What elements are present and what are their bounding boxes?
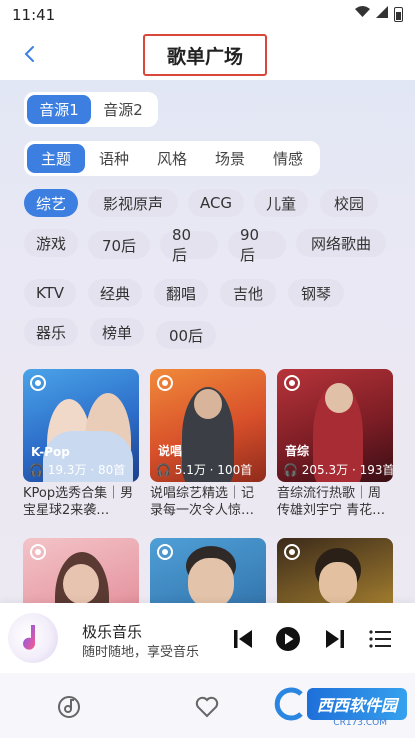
source-selector: 音源1 音源2 [24,92,158,127]
tag-chip[interactable]: 网络歌曲 [296,229,386,257]
status-time: 11:41 [12,6,56,24]
tag-chip[interactable]: 钢琴 [288,279,344,307]
watermark-logo: 西西软件园 [271,686,407,722]
tag-chip[interactable]: 00后 [156,321,216,349]
category-selector: 主题 语种 风格 场景 情感 [24,141,320,176]
player-subtitle: 随时随地，享受音乐 [82,645,200,660]
battery-icon [394,6,403,22]
playlist-tag: K-Pop [31,445,70,459]
watermark-text: 西西软件园 [306,688,407,720]
previous-icon[interactable] [229,625,257,653]
play-icon[interactable] [274,625,302,653]
mini-player[interactable]: 极乐音乐 随时随地，享受音乐 [0,603,415,673]
playlist-card[interactable]: K-Pop 🎧 19.3万 · 80首 KPop选秀合集｜男宝星球2来袭… [23,369,139,519]
tag-chip[interactable]: 器乐 [24,318,78,346]
nav-favorites-icon[interactable] [193,693,221,721]
wifi-icon [355,6,370,22]
category-tab-theme[interactable]: 主题 [27,144,85,173]
tag-chip[interactable]: 影视原声 [88,189,178,217]
page-title: 歌单广场 [143,34,267,76]
music-badge-icon [30,375,46,391]
playlist-card[interactable]: 说唱 🎧 5.1万 · 100首 说唱综艺精选｜记录每一次令人惊… [150,369,266,519]
tag-chip[interactable]: 综艺 [24,189,78,217]
tag-chip[interactable]: 70后 [88,231,150,259]
category-tab-emotion[interactable]: 情感 [259,144,317,173]
headphone-icon: 🎧 [29,463,44,477]
music-badge-icon [284,544,300,560]
tag-chip[interactable]: 翻唱 [154,279,208,307]
playlist-cover: 说唱 🎧 5.1万 · 100首 [150,369,266,482]
category-tab-style[interactable]: 风格 [143,144,201,173]
music-note-icon [23,625,36,650]
watermark-swirl-icon [274,687,303,721]
playlist-tag: 音综 [285,444,310,458]
source-tab-2[interactable]: 音源2 [91,95,155,124]
music-badge-icon [30,544,46,560]
back-arrow-icon[interactable] [18,40,40,68]
tag-chip[interactable]: ACG [188,189,244,217]
playlist-stats: 🎧 19.3万 · 80首 [29,461,125,478]
tag-chip[interactable]: 榜单 [90,318,144,346]
playlist-stats-text: 19.3万 · 80首 [47,463,126,477]
playlist-cover: K-Pop 🎧 19.3万 · 80首 [23,369,139,482]
nav-discover-icon[interactable] [55,693,83,721]
playlist-stats-text: 205.3万 · 193首 [301,463,393,477]
status-bar: 11:41 [0,0,415,30]
signal-icon [376,6,388,22]
watermark-url: CR173.COM [333,718,387,728]
category-tab-language[interactable]: 语种 [85,144,143,173]
playlist-card[interactable]: 音综 🎧 205.3万 · 193首 音综流行热歌｜周传雄刘宇宁 青花… [277,369,393,519]
playlist-title: 音综流行热歌｜周传雄刘宇宁 青花… [277,486,386,518]
player-album-art[interactable] [8,613,58,663]
music-badge-icon [157,544,173,560]
tag-chip[interactable]: 90后 [228,226,286,264]
tag-chip[interactable]: 校园 [320,189,378,217]
category-tab-scene[interactable]: 场景 [201,144,259,173]
playlist-cover: 音综 🎧 205.3万 · 193首 [277,369,393,482]
playlist-stats: 🎧 5.1万 · 100首 [156,461,252,478]
next-icon[interactable] [321,625,349,653]
source-tab-1[interactable]: 音源1 [27,95,91,124]
music-badge-icon [284,375,300,391]
tag-chip[interactable]: 儿童 [254,189,308,217]
playlist-stats-text: 5.1万 · 100首 [174,463,253,477]
tag-chip[interactable]: 80后 [160,226,218,264]
header: 歌单广场 [0,30,415,80]
player-title: 极乐音乐 [82,623,143,641]
tag-chip[interactable]: 经典 [88,279,142,307]
music-badge-icon [157,375,173,391]
status-icons [355,6,403,22]
tag-chip[interactable]: 吉他 [220,279,276,307]
headphone-icon: 🎧 [283,463,298,477]
playlist-title: KPop选秀合集｜男宝星球2来袭… [23,486,134,518]
playlist-tag: 说唱 [158,444,183,458]
tag-chip[interactable]: KTV [24,279,76,307]
playlist-stats: 🎧 205.3万 · 193首 [283,461,393,478]
playlist-queue-icon[interactable] [366,625,394,653]
playlist-title: 说唱综艺精选｜记录每一次令人惊… [150,486,255,518]
tag-chip[interactable]: 游戏 [24,229,78,257]
headphone-icon: 🎧 [156,463,171,477]
